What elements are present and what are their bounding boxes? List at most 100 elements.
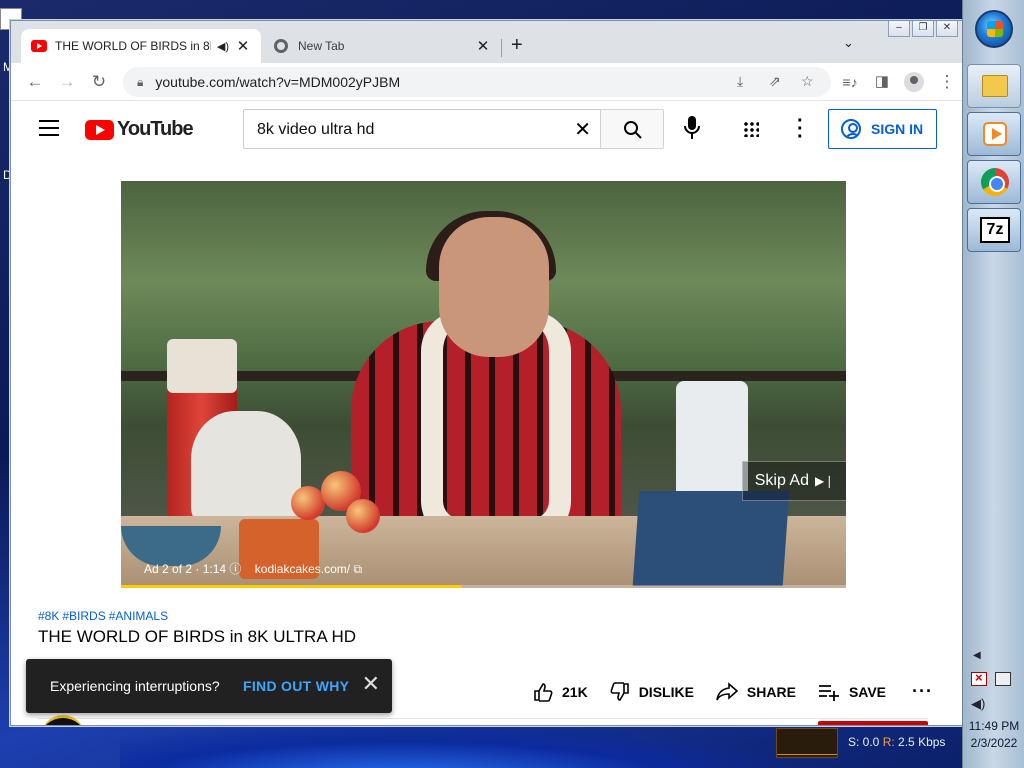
hashtag-link[interactable]: #8K <box>38 609 59 623</box>
hashtags: #8K #BIRDS #ANIMALS <box>38 609 171 623</box>
apps-grid-icon[interactable] <box>743 121 759 137</box>
lock-icon[interactable]: 🔒︎ <box>137 75 143 90</box>
sign-in-button[interactable]: SIGN IN <box>828 109 937 149</box>
tab-strip: THE WORLD OF BIRDS in 8K ULTRA HD ◀) ✕ N… <box>11 21 962 63</box>
desktop-wallpaper <box>120 720 820 768</box>
user-circle-icon <box>841 119 861 139</box>
start-orb-icon[interactable] <box>975 10 1013 48</box>
clear-search-icon[interactable]: ✕ <box>574 117 591 142</box>
sign-in-label: SIGN IN <box>871 121 924 137</box>
taskbar-media-player-button[interactable] <box>967 112 1021 156</box>
hashtag-link[interactable]: #ANIMALS <box>109 609 168 623</box>
bookmark-star-icon[interactable]: ☆ <box>801 73 814 90</box>
speaker-icon[interactable]: ◀) <box>217 40 229 53</box>
video-frame-product-box <box>632 491 790 586</box>
media-control-icon[interactable]: ≡♪ <box>840 72 860 92</box>
side-panel-icon[interactable]: ◨ <box>872 72 892 92</box>
external-link-icon[interactable]: ⧉ <box>353 562 362 576</box>
forward-arrow-icon[interactable]: → <box>57 72 77 92</box>
send-rate: S: 0.0 <box>848 735 880 749</box>
find-out-why-link[interactable]: FIND OUT WHY <box>243 678 349 694</box>
search-input[interactable]: 8k video ultra hd ✕ <box>243 109 601 149</box>
tab-youtube[interactable]: THE WORLD OF BIRDS in 8K ULTRA HD ◀) ✕ <box>21 29 261 63</box>
close-tab-icon[interactable]: ✕ <box>235 37 251 55</box>
video-frame-face <box>439 217 549 357</box>
video-frame-apple <box>291 486 325 520</box>
restore-button[interactable]: ❐ <box>912 21 934 37</box>
taskbar: 7z ◀ ◀) 11:49 PM 2/3/2022 <box>962 0 1024 768</box>
network-icon[interactable] <box>995 672 1011 686</box>
close-tab-icon[interactable]: ✕ <box>475 37 491 55</box>
install-app-icon[interactable]: ⤓ <box>737 73 743 90</box>
more-actions-icon[interactable]: ··· <box>912 681 933 702</box>
thumbs-up-icon <box>534 682 553 702</box>
taskbar-chrome-button[interactable] <box>967 160 1021 204</box>
video-player[interactable]: Skip Ad ▶❘ Ad 2 of 2 · 1:14 ⓘ kodiakcake… <box>121 181 846 588</box>
browser-toolbar: ← → ↻ 🔒︎ youtube.com/watch?v=MDM002yPJBM… <box>11 63 962 101</box>
clock-date: 2/3/2022 <box>970 736 1018 750</box>
youtube-logo-text: YouTube <box>117 118 194 140</box>
network-monitor: S: 0.0 R: 2.5 Kbps <box>772 726 962 766</box>
folder-icon <box>982 75 1008 97</box>
profile-icon[interactable] <box>904 72 924 92</box>
chrome-icon <box>981 168 1009 196</box>
search-icon <box>624 121 642 139</box>
menu-hamburger-icon[interactable] <box>39 120 59 141</box>
search-button[interactable] <box>600 109 664 149</box>
taskbar-explorer-button[interactable] <box>967 64 1021 108</box>
close-toast-icon[interactable]: ✕ <box>362 673 380 695</box>
dislike-button[interactable]: DISLIKE <box>610 681 694 702</box>
address-bar[interactable]: 🔒︎ youtube.com/watch?v=MDM002yPJBM ⤓ ⇗ ☆ <box>123 67 831 97</box>
video-frame-apple <box>346 499 380 533</box>
close-window-button[interactable]: ✕ <box>936 21 958 37</box>
chrome-favicon-icon <box>274 39 288 53</box>
tab-title: New Tab <box>298 39 345 53</box>
like-count: 21K <box>562 683 588 700</box>
reload-icon[interactable]: ↻ <box>89 72 109 92</box>
ad-progress-bar[interactable] <box>121 585 846 588</box>
network-graph <box>776 728 838 758</box>
youtube-play-icon <box>85 119 114 140</box>
volume-icon[interactable]: ◀) <box>971 696 985 712</box>
tab-new-tab[interactable]: New Tab ✕ <box>263 29 501 63</box>
microphone-icon[interactable] <box>683 115 701 141</box>
video-frame-jar <box>676 381 748 501</box>
video-actions: 21K DISLIKE SHARE SAVE ··· <box>533 681 933 702</box>
ad-counter: Ad 2 of 2 · 1:14 <box>144 562 227 576</box>
settings-more-icon[interactable]: · · · <box>797 111 804 147</box>
minimize-button[interactable]: – <box>888 21 910 37</box>
hashtag-link[interactable]: #BIRDS <box>62 609 105 623</box>
youtube-header: YouTube 8k video ultra hd ✕ · · · SIGN I… <box>11 101 962 157</box>
new-tab-button[interactable]: + <box>511 34 523 57</box>
chrome-menu-icon[interactable]: ⋮ <box>937 72 957 92</box>
taskbar-7zip-button[interactable]: 7z <box>967 208 1021 252</box>
browser-window: THE WORLD OF BIRDS in 8K ULTRA HD ◀) ✕ N… <box>10 20 963 726</box>
share-label: SHARE <box>746 683 796 700</box>
channel-avatar[interactable] <box>41 715 85 725</box>
system-clock[interactable]: 11:49 PM 2/3/2022 <box>965 718 1023 752</box>
toast-message: Experiencing interruptions? <box>50 678 220 694</box>
share-button[interactable]: SHARE <box>716 681 796 702</box>
ad-domain-link[interactable]: kodiakcakes.com/ <box>255 562 350 576</box>
save-button[interactable]: SAVE <box>818 683 886 701</box>
divider <box>38 718 928 719</box>
action-center-icon[interactable] <box>971 670 987 686</box>
recv-rate: 2.5 Kbps <box>898 735 946 749</box>
share-page-icon[interactable]: ⇗ <box>769 73 781 90</box>
url-text: youtube.com/watch?v=MDM002yPJBM <box>155 74 401 90</box>
search-query: 8k video ultra hd <box>257 121 375 138</box>
youtube-page: YouTube 8k video ultra hd ✕ · · · SIGN I… <box>11 101 962 725</box>
ad-progress-fill <box>121 585 462 588</box>
window-controls: – ❐ ✕ <box>888 21 958 37</box>
skip-ad-button[interactable]: Skip Ad ▶❘ <box>742 461 846 501</box>
ad-info: Ad 2 of 2 · 1:14 ⓘ kodiakcakes.com/ ⧉ <box>144 560 362 577</box>
youtube-logo[interactable]: YouTube <box>85 118 194 141</box>
like-button[interactable]: 21K <box>533 682 588 702</box>
tab-search-chevron-icon[interactable]: ⌄ <box>843 35 854 51</box>
thumbs-down-icon <box>610 681 629 701</box>
youtube-favicon-icon <box>31 40 47 52</box>
tab-title: THE WORLD OF BIRDS in 8K ULTRA HD <box>55 39 211 53</box>
info-icon[interactable]: ⓘ <box>229 562 241 576</box>
back-arrow-icon[interactable]: ← <box>25 72 45 92</box>
tray-expand-icon[interactable]: ◀ <box>973 650 981 661</box>
